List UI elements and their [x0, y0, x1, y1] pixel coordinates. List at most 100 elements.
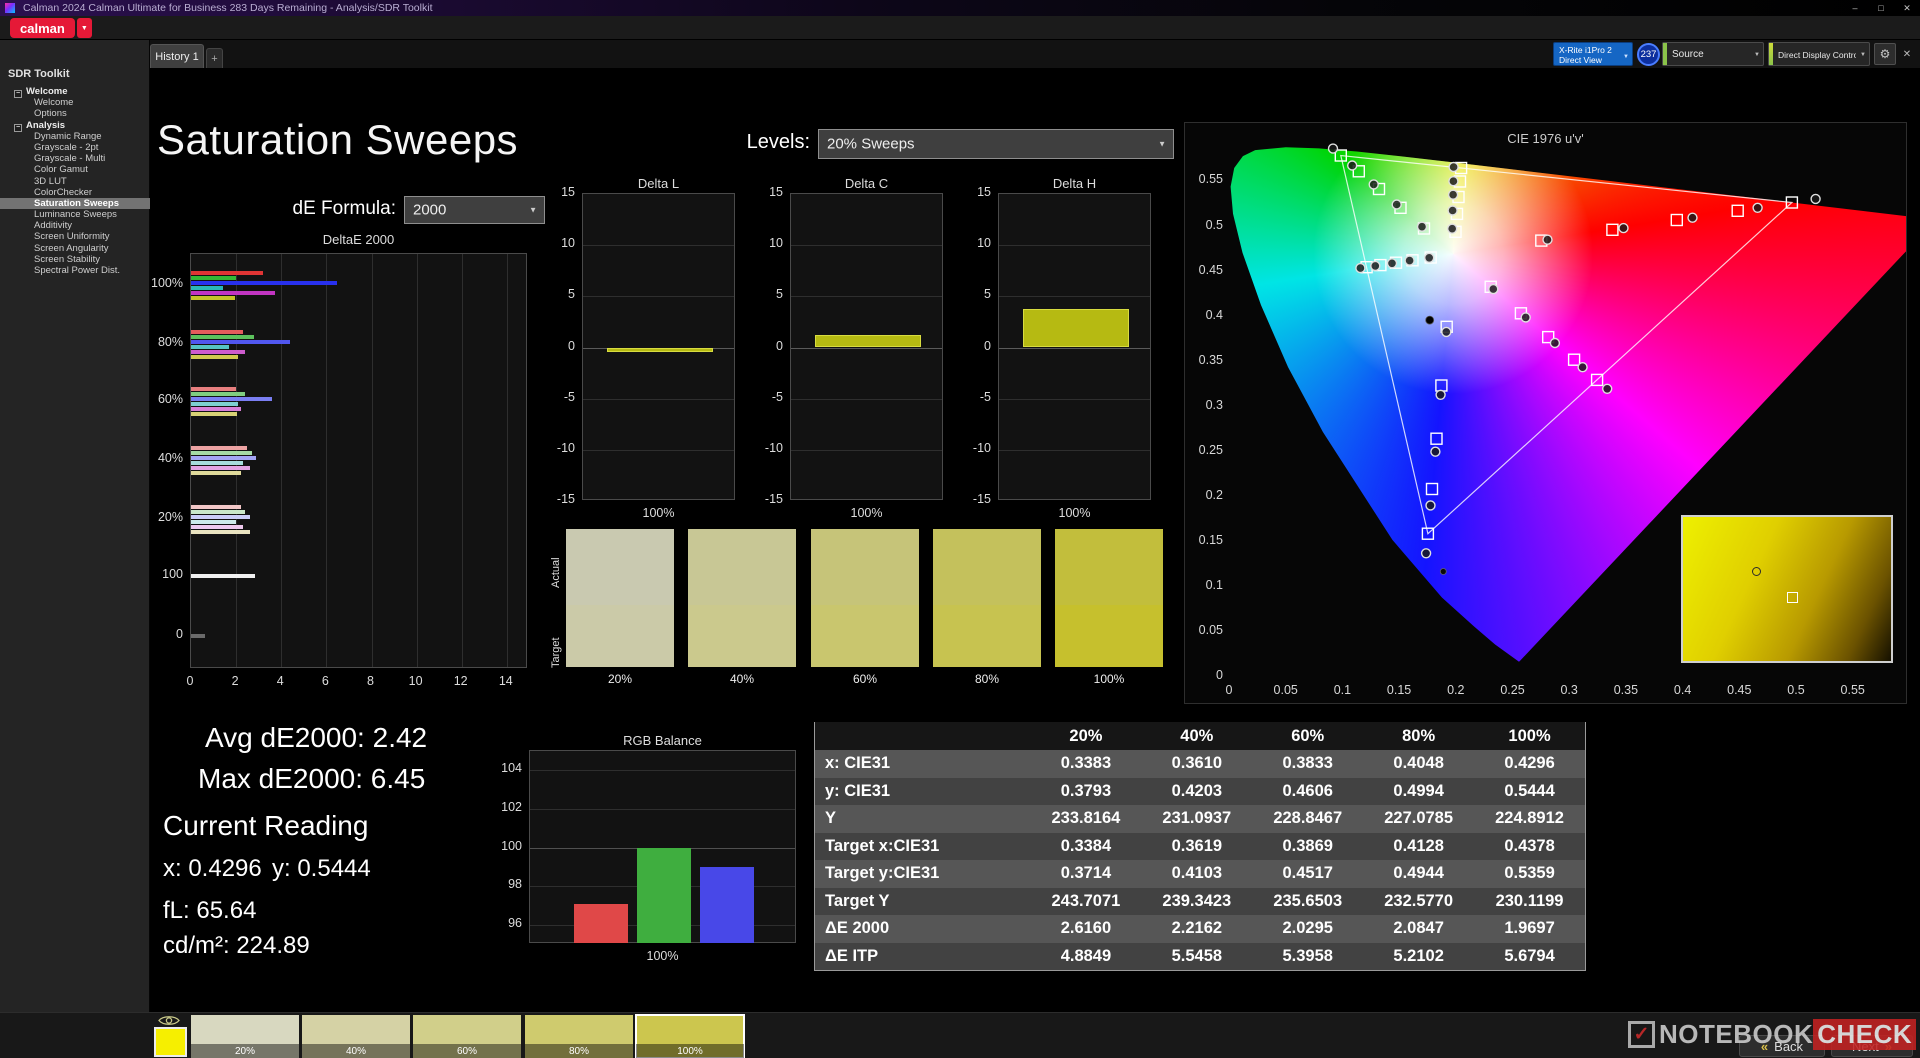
next-button[interactable]: Next »	[1831, 1035, 1913, 1057]
sidebar-item-grayscale-2pt[interactable]: Grayscale - 2pt	[0, 142, 150, 153]
sidebar-item-options[interactable]: Options	[0, 108, 150, 119]
bar	[191, 295, 236, 300]
calman-logo: calman	[10, 18, 75, 38]
reading-count-badge[interactable]: 237	[1637, 43, 1660, 66]
sidebar-item-grayscale-multi[interactable]: Grayscale - Multi	[0, 153, 150, 164]
target-marker	[1731, 204, 1744, 218]
calman-logo-button[interactable]: calman ▼	[10, 18, 92, 38]
source-select-button[interactable]: Source ▼	[1662, 42, 1764, 66]
inset-target-marker	[1787, 591, 1798, 603]
measurement-marker	[1327, 143, 1339, 154]
add-tab-button[interactable]: +	[206, 48, 223, 68]
measurement-marker	[1542, 234, 1553, 245]
gear-icon[interactable]: ⚙	[1874, 43, 1896, 65]
sidebar-item-additivity[interactable]: Additivity	[0, 220, 150, 231]
axis-tick-label: 15	[977, 185, 991, 199]
tab-history-1[interactable]: History 1	[150, 44, 204, 68]
sidebar-item-label: Welcome	[34, 97, 74, 109]
axis-tick-label: 96	[508, 915, 522, 930]
axis-tick-label: -10	[972, 440, 991, 455]
sidebar-item-3d-lut[interactable]: 3D LUT	[0, 176, 150, 187]
current-reading-heading: Current Reading	[163, 810, 369, 841]
axis-tick-label: 10	[408, 674, 423, 688]
measurement-marker	[1447, 189, 1459, 200]
levels-select[interactable]: 20% Sweeps ▼	[818, 129, 1174, 159]
tree-collapse-icon[interactable]: −	[14, 90, 22, 98]
axis-tick-label: -15	[764, 492, 783, 506]
target-marker	[1435, 379, 1448, 392]
meter-select-button[interactable]: X-Rite i1Pro 2 Direct View ▼	[1553, 42, 1633, 66]
bar	[191, 524, 243, 529]
bar	[191, 285, 223, 290]
axis-tick-label: 12	[453, 674, 468, 688]
pattern-patch-20%[interactable]: 20%	[191, 1015, 299, 1058]
sidebar-item-saturation-sweeps[interactable]: Saturation Sweeps	[0, 197, 150, 210]
back-button[interactable]: « Back	[1739, 1035, 1825, 1057]
axis-tick-label: 5	[776, 287, 783, 302]
sidebar-item-screen-angularity[interactable]: Screen Angularity	[0, 243, 150, 254]
pattern-patch-60%[interactable]: 60%	[413, 1015, 521, 1058]
table-row: Target Y 243.7071 239.3423 235.6503 232.5770…	[815, 887, 1585, 915]
axis-tick-label: 10	[769, 236, 783, 251]
measurement-marker	[1448, 176, 1459, 187]
axis-tick-label: 2	[231, 674, 239, 688]
axis-tick-label: 15	[561, 185, 575, 199]
patch-label: 80%	[525, 1044, 633, 1058]
bar	[191, 529, 251, 534]
avg-de2000-stat: Avg dE2000: 2.42	[205, 722, 428, 753]
table-value: 5.5458	[1171, 946, 1223, 965]
pattern-patch-100%[interactable]: 100%	[635, 1014, 745, 1058]
delta-l-chart: Delta L 15 10 5 0 -5 -10 -15 100%	[540, 176, 762, 522]
sidebar-item-luminance-sweeps[interactable]: Luminance Sweeps	[0, 209, 150, 220]
de-formula-select[interactable]: 2000 ▼	[404, 196, 545, 224]
table-value: 0.4296	[1504, 754, 1555, 773]
pattern-patch-40%[interactable]: 40%	[302, 1015, 410, 1058]
table-value: 0.3383	[1060, 754, 1112, 773]
display-control-accent	[1769, 43, 1773, 65]
sidebar-item-screen-stability[interactable]: Screen Stability	[0, 254, 150, 265]
measurement-marker	[1618, 222, 1629, 234]
column-header: 100%	[1508, 726, 1551, 745]
row-label: ΔE 2000	[825, 919, 890, 938]
sidebar-item-welcome[interactable]: Welcome	[0, 97, 150, 108]
sidebar-item-analysis[interactable]: − Analysis	[0, 120, 150, 132]
table-value: 0.3610	[1171, 754, 1223, 773]
chevron-down-icon: ▼	[1158, 139, 1166, 149]
table-row: y: CIE31 0.3793 0.4203 0.4606 0.4994 0.5444	[815, 777, 1585, 805]
row-label: ΔE ITP	[825, 946, 879, 965]
sidebar-item-colorchecker[interactable]: ColorChecker	[0, 187, 150, 198]
bar	[191, 470, 242, 475]
table-value: 0.4994	[1393, 781, 1444, 800]
display-control-button[interactable]: Direct Display Control ▼	[1768, 42, 1870, 66]
sidebar-item-spectral-power-dist-[interactable]: Spectral Power Dist.	[0, 265, 150, 276]
bar	[1022, 308, 1129, 348]
sidebar-item-color-gamut[interactable]: Color Gamut	[0, 164, 150, 175]
reading-y-value: y: 0.5444	[272, 855, 371, 882]
sidebar-item-screen-uniformity[interactable]: Screen Uniformity	[0, 231, 150, 242]
zoom-inset	[1681, 515, 1893, 663]
pattern-patch-80%[interactable]: 80%	[525, 1015, 633, 1058]
sidebar-item-label: Screen Stability	[34, 253, 101, 265]
maximize-button[interactable]: □	[1868, 0, 1894, 16]
deltaL-plot-area	[582, 193, 735, 500]
sidebar-item-label: Saturation Sweeps	[34, 197, 119, 209]
current-pattern-preview[interactable]	[154, 1027, 187, 1057]
axis-tick-label: 98	[508, 877, 522, 892]
sidebar-item-welcome[interactable]: − Welcome	[0, 86, 150, 98]
bar	[191, 509, 246, 514]
inset-measurement-marker	[1751, 567, 1761, 577]
measurement-marker	[1447, 205, 1458, 216]
tree-collapse-icon[interactable]: −	[14, 123, 22, 132]
axis-tick-label: 5	[568, 287, 575, 302]
close-button[interactable]: ✕	[1894, 0, 1920, 16]
table-value: 0.3714	[1060, 864, 1112, 883]
bar	[191, 275, 237, 280]
table-value: 233.8164	[1051, 809, 1121, 828]
bar	[191, 450, 252, 455]
panel-close-icon[interactable]: ✕	[1898, 43, 1916, 65]
minimize-button[interactable]: –	[1842, 0, 1868, 16]
measurement-marker	[1368, 179, 1379, 190]
axis-tick-label: 8	[367, 674, 374, 688]
sidebar-item-dynamic-range[interactable]: Dynamic Range	[0, 131, 150, 142]
target-marker	[1567, 353, 1581, 366]
